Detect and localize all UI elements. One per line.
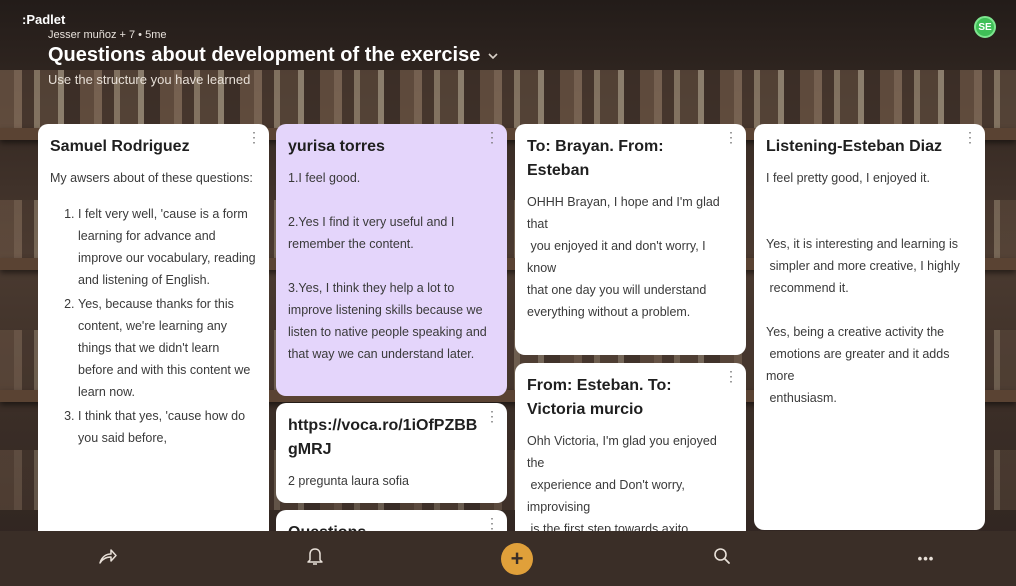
list-item: I felt very well, 'cause is a form learn… bbox=[78, 203, 257, 291]
post-body: I feel pretty good, I enjoyed it. Yes, i… bbox=[766, 171, 960, 405]
post-body: OHHH Brayan, I hope and I'm glad that yo… bbox=[527, 195, 720, 319]
plus-icon: + bbox=[501, 542, 533, 575]
post-list: I felt very well, 'cause is a form learn… bbox=[50, 203, 257, 449]
post-title: Listening-Esteban Diaz bbox=[766, 138, 943, 155]
more-options-icon[interactable]: ⋮ bbox=[724, 369, 738, 383]
post-title: yurisa torres bbox=[288, 138, 385, 155]
bell-icon bbox=[306, 546, 324, 571]
share-arrow-icon bbox=[98, 547, 118, 570]
post-body: 2 pregunta laura sofia bbox=[288, 474, 409, 488]
post-card[interactable]: ⋮ yurisa torres 1.I feel good. 2.Yes I f… bbox=[276, 124, 507, 396]
add-post-button[interactable]: + bbox=[497, 531, 537, 586]
more-options-icon[interactable]: ⋮ bbox=[485, 516, 499, 530]
list-item: Yes, because thanks for this content, we… bbox=[78, 293, 257, 403]
share-button[interactable] bbox=[88, 531, 128, 586]
list-item: I think that yes, 'cause how do you said… bbox=[78, 405, 257, 449]
board-meta: Jesser muñoz + 7 • 5me bbox=[48, 29, 167, 41]
post-title: From: Esteban. To: Victoria murcio bbox=[527, 377, 672, 418]
more-options-icon[interactable]: ⋮ bbox=[724, 130, 738, 144]
post-card[interactable]: ⋮ From: Esteban. To: Victoria murcio Ohh… bbox=[515, 363, 746, 543]
more-button[interactable]: ••• bbox=[906, 531, 946, 586]
post-card[interactable]: ⋮ https://voca.ro/1iOfPZBBgMRJ 2 pregunt… bbox=[276, 403, 507, 503]
user-avatar[interactable]: SE bbox=[974, 16, 996, 38]
search-button[interactable] bbox=[702, 531, 742, 586]
bottom-toolbar: + ••• bbox=[0, 531, 1016, 586]
post-body: Ohh Victoria, I'm glad you enjoyed the e… bbox=[527, 434, 717, 536]
post-body: 1.I feel good. 2.Yes I find it very usef… bbox=[288, 171, 487, 361]
board-subtitle: Use the structure you have learned bbox=[48, 72, 251, 87]
more-options-icon[interactable]: ⋮ bbox=[485, 409, 499, 423]
post-title: Samuel Rodriguez bbox=[50, 138, 190, 155]
notifications-button[interactable] bbox=[295, 531, 335, 586]
chevron-down-icon[interactable] bbox=[488, 49, 498, 63]
post-card[interactable]: ⋮ To: Brayan. From: Esteban OHHH Brayan,… bbox=[515, 124, 746, 355]
post-intro: My awsers about of these questions: bbox=[50, 171, 253, 185]
board-header: :Padlet Jesser muñoz + 7 • 5me Questions… bbox=[22, 12, 498, 87]
more-options-icon[interactable]: ⋮ bbox=[963, 130, 977, 144]
more-options-icon[interactable]: ⋮ bbox=[247, 130, 261, 144]
search-icon bbox=[713, 547, 731, 570]
post-card[interactable]: ⋮ Samuel Rodriguez My awsers about of th… bbox=[38, 124, 269, 544]
post-card[interactable]: ⋮ Listening-Esteban Diaz I feel pretty g… bbox=[754, 124, 985, 530]
board-title[interactable]: Questions about development of the exerc… bbox=[48, 44, 480, 67]
post-title[interactable]: https://voca.ro/1iOfPZBBgMRJ bbox=[288, 414, 495, 462]
board-title-row[interactable]: Questions about development of the exerc… bbox=[48, 44, 498, 67]
more-options-icon[interactable]: ⋮ bbox=[485, 130, 499, 144]
post-title: To: Brayan. From: Esteban bbox=[527, 138, 664, 179]
padlet-logo[interactable]: :Padlet bbox=[22, 12, 498, 27]
